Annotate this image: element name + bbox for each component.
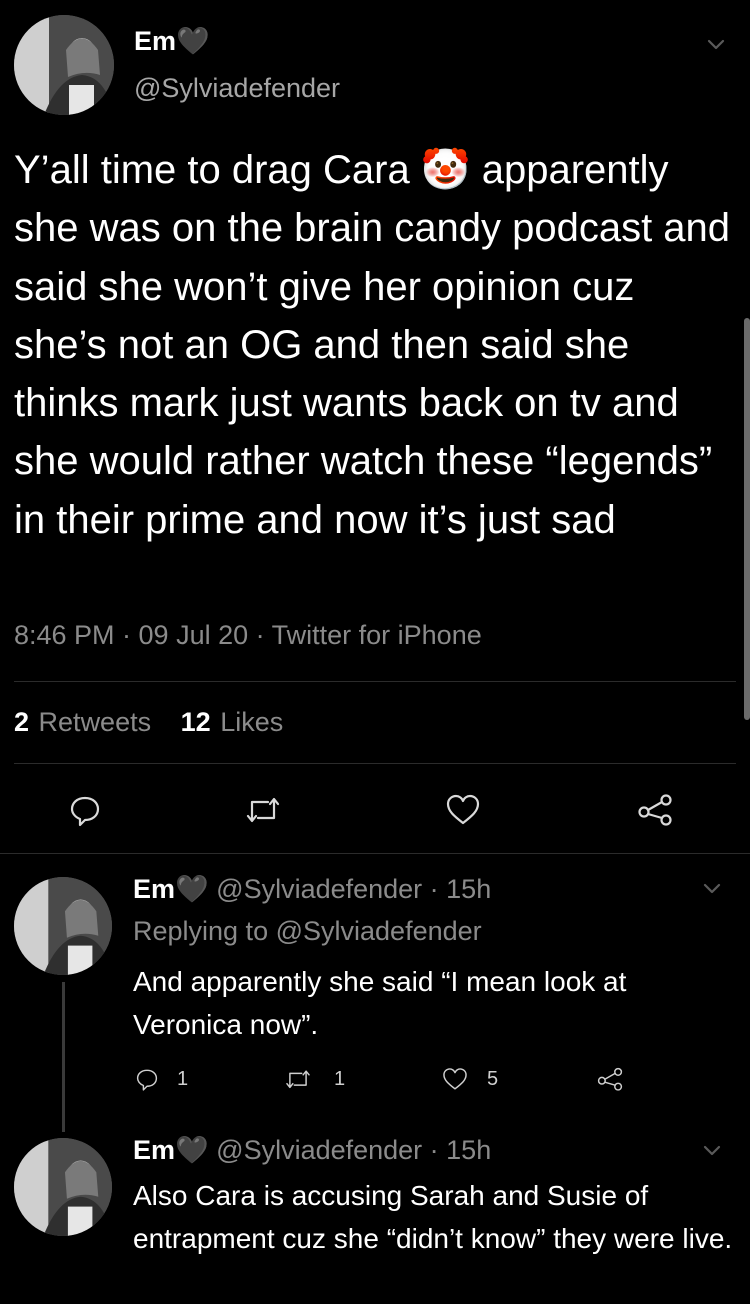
retweet-icon[interactable] xyxy=(244,792,282,828)
reply-header: Em🖤 @Sylviadefender · 15h xyxy=(133,873,491,905)
replying-handle[interactable]: @Sylviadefender xyxy=(276,916,482,946)
retweet-count: 1 xyxy=(334,1068,346,1090)
retweet-icon[interactable] xyxy=(284,1066,312,1092)
reply-handle-time[interactable]: @Sylviadefender · 15h xyxy=(216,1135,491,1165)
thread-connector xyxy=(62,982,65,1132)
avatar[interactable] xyxy=(14,15,114,115)
divider xyxy=(14,681,736,682)
tweet-meta: 8:46 PM · 09 Jul 20 · Twitter for iPhone xyxy=(14,620,482,650)
chevron-down-icon[interactable] xyxy=(700,1138,724,1162)
like-count: 5 xyxy=(487,1068,499,1090)
chevron-down-icon[interactable] xyxy=(704,32,728,56)
reply-icon[interactable] xyxy=(67,792,103,828)
likes-label[interactable]: Likes xyxy=(220,707,283,737)
replying-to: Replying to @Sylviadefender xyxy=(133,916,482,947)
heart-icon[interactable] xyxy=(444,792,482,828)
divider xyxy=(14,763,736,764)
reply-header: Em🖤 @Sylviadefender · 15h xyxy=(133,1134,491,1166)
reply-text: Also Cara is accusing Sarah and Susie of… xyxy=(133,1180,733,1254)
engagement-stats: 2 Retweets 12 Likes xyxy=(14,707,283,738)
retweets-label[interactable]: Retweets xyxy=(39,707,152,737)
chevron-down-icon[interactable] xyxy=(700,876,724,900)
likes-count[interactable]: 12 xyxy=(181,707,211,737)
reply-handle-time[interactable]: @Sylviadefender · 15h xyxy=(216,874,491,904)
author-handle[interactable]: @Sylviadefender xyxy=(134,73,340,104)
retweets-count[interactable]: 2 xyxy=(14,707,29,737)
tweet-text: Y’all time to drag Cara 🤡 apparently she… xyxy=(14,148,731,542)
replying-prefix: Replying to xyxy=(133,916,269,946)
reply-text: And apparently she said “I mean look at … xyxy=(133,966,627,1040)
avatar[interactable] xyxy=(14,877,112,975)
reply-author-name[interactable]: Em🖤 xyxy=(133,1135,209,1165)
divider xyxy=(0,853,750,854)
scrollbar[interactable] xyxy=(744,318,750,720)
heart-icon[interactable] xyxy=(441,1066,469,1092)
author-name[interactable]: Em🖤 xyxy=(134,25,210,57)
reply-count: 1 xyxy=(177,1068,189,1090)
share-icon[interactable] xyxy=(596,1066,624,1092)
share-icon[interactable] xyxy=(636,792,674,828)
reply-author-name[interactable]: Em🖤 xyxy=(133,874,209,904)
avatar[interactable] xyxy=(14,1138,112,1236)
reply-icon[interactable] xyxy=(134,1066,160,1092)
